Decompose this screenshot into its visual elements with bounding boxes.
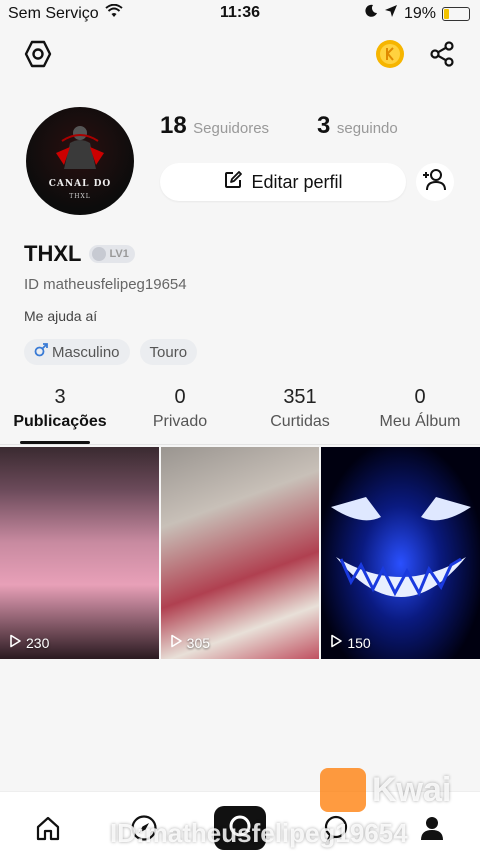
avatar-text-line1: CANAL DO (48, 179, 112, 189)
tab-label: Publicações (13, 413, 107, 430)
post-thumbnail[interactable]: 305 (160, 447, 320, 659)
following-label: seguindo (336, 120, 398, 137)
profile-name: THXL (24, 241, 82, 266)
avatar[interactable]: CANAL DO THXL (26, 107, 134, 215)
coin-icon[interactable] (372, 36, 408, 72)
profile-name-row: THXL LV1 (24, 241, 135, 267)
tab-label: Curtidas (270, 413, 330, 430)
tab-count: 0 (414, 386, 426, 408)
grin-face-icon (331, 497, 472, 597)
tab-likes[interactable]: 351 Curtidas (240, 386, 360, 444)
level-icon (92, 247, 107, 261)
play-icon (169, 634, 183, 651)
gender-label: Masculino (52, 343, 120, 361)
avatar-text-line2: THXL (69, 193, 91, 200)
share-icon[interactable] (424, 36, 460, 72)
tab-private[interactable]: 0 Privado (120, 386, 240, 444)
tab-count: 0 (174, 386, 186, 408)
play-icon (329, 634, 343, 651)
moon-icon (364, 4, 378, 23)
tabs-divider (0, 444, 480, 445)
edit-profile-label: Editar perfil (251, 171, 343, 192)
play-icon (8, 634, 22, 651)
watermark-id: ID:matheusfelipeg19654 (110, 818, 408, 848)
zodiac-label: Touro (149, 343, 188, 361)
post-thumbnail[interactable]: 150 (321, 447, 480, 659)
view-count: 305 (169, 634, 210, 651)
add-friend-button[interactable] (416, 163, 454, 201)
following-count: 3 (317, 112, 331, 139)
location-arrow-icon (384, 4, 398, 23)
profile-tabs: 3 Publicações 0 Privado 351 Curtidas 0 M… (0, 386, 480, 444)
male-icon (34, 343, 48, 361)
tab-album[interactable]: 0 Meu Álbum (360, 386, 480, 444)
home-icon[interactable] (30, 810, 66, 846)
followers-stat[interactable]: 18 Seguidores (160, 112, 269, 140)
post-thumbnail[interactable]: 230 (0, 447, 159, 659)
edit-profile-button[interactable]: Editar perfil (160, 163, 406, 201)
view-count: 230 (8, 634, 49, 651)
status-bar: Sem Serviço 11:36 19% (0, 0, 480, 28)
view-count: 150 (329, 634, 371, 651)
profile-id[interactable]: ID matheusfelipeg19654 (24, 276, 187, 293)
battery-percent: 19% (403, 4, 436, 22)
watermark-brand: Kwai (372, 770, 452, 809)
tab-count: 3 (54, 386, 66, 408)
view-count-value: 305 (186, 634, 211, 651)
battery-icon (442, 6, 470, 21)
profile-bio: Me ajuda aí (24, 308, 98, 324)
add-user-icon (422, 167, 448, 198)
tab-label: Meu Álbum (379, 413, 461, 430)
tab-count: 351 (283, 386, 317, 408)
level-badge[interactable]: LV1 (89, 245, 135, 263)
posts-grid: 230 305 150 (0, 447, 480, 659)
tab-label: Privado (152, 413, 208, 430)
level-label: LV1 (109, 248, 129, 260)
gender-tag: Masculino (24, 339, 130, 365)
top-bar (0, 28, 480, 82)
kwai-watermark: Kwai (320, 768, 451, 812)
profile-icon[interactable] (414, 810, 450, 846)
settings-hexagon-icon[interactable] (20, 36, 56, 72)
zodiac-tag: Touro (139, 339, 198, 365)
edit-icon (223, 170, 243, 195)
tab-publications[interactable]: 3 Publicações (0, 386, 120, 444)
followers-label: Seguidores (193, 120, 270, 137)
followers-count: 18 (160, 112, 187, 139)
view-count-value: 150 (347, 634, 371, 651)
view-count-value: 230 (26, 634, 50, 651)
profile-stats: 18 Seguidores 3 seguindo (160, 112, 398, 140)
kwai-logo-icon (320, 768, 366, 812)
following-stat[interactable]: 3 seguindo (317, 112, 398, 140)
profile-tags: Masculino Touro (24, 339, 198, 365)
